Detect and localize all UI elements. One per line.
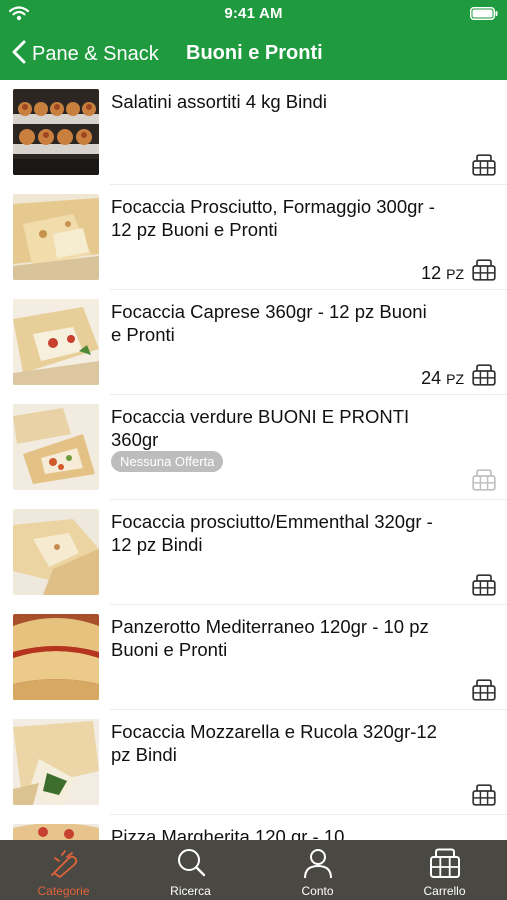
status-bar: 9:41 AM (0, 0, 507, 28)
product-name: Pizza Margherita 120 gr - 10 (111, 826, 345, 840)
tab-label: Ricerca (170, 884, 211, 898)
product-row[interactable]: Panzerotto Mediterraneo 120gr - 10 pz Bu… (0, 605, 507, 710)
tab-label: Categorie (37, 884, 90, 898)
battery-icon (470, 7, 498, 25)
tab-label: Carrello (423, 884, 466, 898)
product-row[interactable]: Focaccia Caprese 360gr - 12 pz Buoni e P… (0, 290, 507, 395)
product-name: Focaccia verdure BUONI E PRONTI 360gr (111, 406, 410, 450)
page-title: Buoni e Pronti (186, 42, 323, 64)
tab-categorie[interactable]: Categorie (0, 840, 127, 900)
product-image (13, 299, 99, 385)
product-row[interactable]: Focaccia prosciutto/Emmenthal 320gr - 12… (0, 500, 507, 605)
navigation-bar: Pane & Snack Buoni e Pronti (0, 28, 507, 80)
product-row[interactable]: Focaccia verdure BUONI E PRONTI 360gr Ne… (0, 395, 507, 500)
no-offer-badge: Nessuna Offerta (111, 451, 224, 472)
product-name: Panzerotto Mediterraneo 120gr - 10 pz Bu… (111, 616, 429, 660)
tab-label: Conto (301, 884, 334, 898)
account-icon (254, 847, 381, 879)
quantity-value: 12 (421, 263, 442, 283)
product-name: Focaccia Prosciutto, Formaggio 300gr - 1… (111, 196, 435, 240)
quantity-unit: PZ (446, 266, 464, 282)
quantity-label: 24 PZ (421, 368, 464, 389)
add-to-cart-button[interactable] (472, 574, 496, 601)
product-row[interactable]: Salatini assortiti 4 kg Bindi (0, 80, 507, 185)
add-to-cart-button[interactable] (472, 154, 496, 181)
cart-icon (381, 847, 507, 879)
add-to-cart-button[interactable] (472, 259, 496, 286)
tab-ricerca[interactable]: Ricerca (127, 840, 254, 900)
product-image (13, 509, 99, 595)
status-time: 9:41 AM (224, 5, 283, 22)
back-button-label: Pane & Snack (32, 42, 159, 65)
product-name: Focaccia prosciutto/Emmenthal 320gr - 12… (111, 511, 433, 555)
product-name: Focaccia Mozzarella e Rucola 320gr-12 pz… (111, 721, 437, 765)
product-image (13, 824, 99, 840)
chevron-left-icon (12, 40, 26, 69)
quantity-label: 12 PZ (421, 263, 464, 284)
product-image (13, 194, 99, 280)
product-row[interactable]: Focaccia Mozzarella e Rucola 320gr-12 pz… (0, 710, 507, 815)
search-icon (127, 847, 254, 879)
product-name: Salatini assortiti 4 kg Bindi (111, 91, 327, 112)
add-to-cart-button[interactable] (472, 364, 496, 391)
product-name: Focaccia Caprese 360gr - 12 pz Buoni e P… (111, 301, 427, 345)
product-image (13, 614, 99, 700)
add-to-cart-button[interactable] (472, 784, 496, 811)
categories-icon (0, 847, 127, 879)
product-row[interactable]: Pizza Margherita 120 gr - 10 (0, 815, 507, 840)
back-button[interactable]: Pane & Snack (12, 39, 159, 69)
tab-bar: Categorie Ricerca Conto Carrello (0, 840, 507, 900)
product-image (13, 404, 99, 490)
product-image (13, 89, 99, 175)
add-to-cart-button[interactable] (472, 679, 496, 706)
product-row[interactable]: Focaccia Prosciutto, Formaggio 300gr - 1… (0, 185, 507, 290)
tab-conto[interactable]: Conto (254, 840, 381, 900)
add-to-cart-button[interactable] (472, 469, 496, 496)
tab-carrello[interactable]: Carrello (381, 840, 507, 900)
quantity-unit: PZ (446, 371, 464, 387)
quantity-value: 24 (421, 368, 442, 388)
product-image (13, 719, 99, 805)
product-list[interactable]: Salatini assortiti 4 kg Bindi Focaccia P… (0, 80, 507, 840)
